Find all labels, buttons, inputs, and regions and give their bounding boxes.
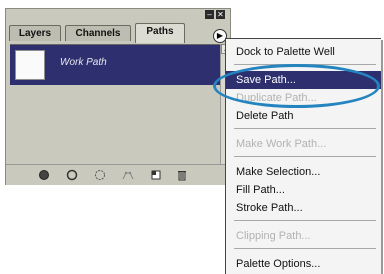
path-name: Work Path <box>60 57 107 68</box>
path-thumbnail <box>15 50 45 80</box>
new-path-icon[interactable] <box>150 169 162 181</box>
menu-separator <box>234 248 376 249</box>
menu-item-dock-to-palette-well[interactable]: Dock to Palette Well <box>226 43 381 61</box>
menu-item-stroke-path[interactable]: Stroke Path... <box>226 199 381 217</box>
palette-titlebar[interactable]: – ✕ <box>6 9 230 21</box>
trash-icon[interactable] <box>176 169 188 181</box>
fill-path-icon[interactable] <box>38 169 50 181</box>
palette-bottom-bar <box>6 164 230 185</box>
menu-separator <box>234 156 376 157</box>
tab-channels[interactable]: Channels <box>65 25 131 41</box>
tab-layers[interactable]: Layers <box>9 25 61 41</box>
menu-separator <box>234 128 376 129</box>
stroke-path-icon[interactable] <box>66 169 78 181</box>
load-selection-icon[interactable] <box>94 169 106 181</box>
highlight-ring <box>213 64 380 108</box>
menu-item-fill-path[interactable]: Fill Path... <box>226 181 381 199</box>
path-row-work-path[interactable]: Work Path <box>10 45 220 85</box>
menu-separator <box>234 220 376 221</box>
paths-list: Work Path <box>10 44 220 165</box>
tab-paths[interactable]: Paths <box>135 23 185 43</box>
menu-item-make-selection[interactable]: Make Selection... <box>226 163 381 181</box>
menu-item-delete-path[interactable]: Delete Path <box>226 107 381 125</box>
make-work-path-icon[interactable] <box>122 169 134 181</box>
minimize-button[interactable]: – <box>205 10 214 19</box>
close-button[interactable]: ✕ <box>216 10 225 19</box>
palette-tabs: Layers Channels Paths <box>9 23 225 43</box>
menu-item-palette-options[interactable]: Palette Options... <box>226 255 381 273</box>
menu-item-clipping-path[interactable]: Clipping Path... <box>226 227 381 245</box>
paths-palette: – ✕ Layers Channels Paths ▶ Work Path ▲ <box>5 8 231 185</box>
menu-item-make-work-path[interactable]: Make Work Path... <box>226 135 381 153</box>
